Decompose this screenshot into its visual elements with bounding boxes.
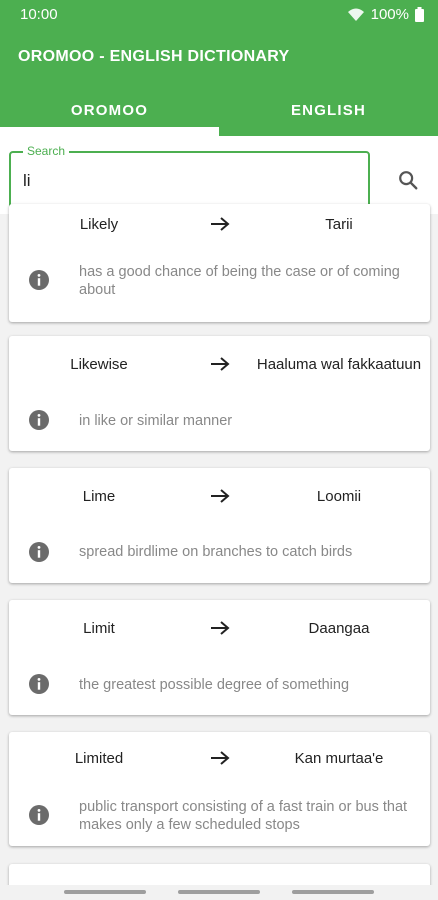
info-icon[interactable]: [28, 541, 50, 563]
entry-translation: Kan murtaa'e: [294, 750, 384, 767]
entry-translation: Haaluma wal fakkaatuun: [256, 356, 422, 373]
battery-level: 100%: [370, 6, 409, 23]
system-nav-bar: [0, 885, 438, 900]
arrow-right-icon: [211, 217, 230, 231]
search-row: Search: [0, 136, 438, 214]
entry-word: Limit: [83, 620, 115, 637]
app-bar: OROMOO - ENGLISH DICTIONARY: [0, 32, 438, 84]
nav-recents-handle[interactable]: [292, 890, 374, 894]
search-icon: [399, 171, 418, 190]
list-item[interactable]: Lime Loomii spread birdlime on branches …: [9, 468, 430, 583]
tab-oromoo[interactable]: OROMOO: [0, 84, 219, 136]
status-time: 10:00: [20, 6, 58, 23]
arrow-right-icon: [211, 489, 230, 503]
battery-icon: [415, 7, 424, 22]
entry-word: Likely: [79, 216, 119, 233]
entry-definition: in like or similar manner: [79, 413, 233, 429]
search-button[interactable]: [392, 164, 424, 196]
status-indicators: 100%: [347, 6, 424, 23]
arrow-right-icon: [211, 751, 230, 765]
entry-word: Likewise: [70, 356, 128, 373]
nav-back-handle[interactable]: [64, 890, 146, 894]
search-input[interactable]: [23, 171, 353, 191]
entry-definition: the greatest possible degree of somethin…: [79, 677, 350, 693]
search-field[interactable]: Search: [9, 144, 370, 211]
info-icon[interactable]: [28, 804, 50, 826]
list-item[interactable]: Limited Kan murtaa'e public transport co…: [9, 732, 430, 846]
info-icon[interactable]: [28, 673, 50, 695]
entry-translation: Tarii: [325, 216, 353, 233]
status-bar: 10:00 100%: [0, 0, 438, 32]
app-title: OROMOO - ENGLISH DICTIONARY: [18, 48, 290, 65]
search-label: Search: [23, 144, 70, 158]
entry-word: Limited: [74, 750, 124, 767]
nav-home-handle[interactable]: [178, 890, 260, 894]
info-icon[interactable]: [28, 409, 50, 431]
arrow-right-icon: [211, 357, 230, 371]
list-item[interactable]: Likewise Haaluma wal fakkaatuun in like …: [9, 336, 430, 451]
info-icon[interactable]: [28, 269, 50, 291]
entry-definition: has a good chance of being the case or o…: [79, 264, 400, 298]
arrow-right-icon: [211, 621, 230, 635]
tab-bar: OROMOO ENGLISH: [0, 84, 438, 136]
list-item[interactable]: Likely Tarii has a good chance of being …: [9, 204, 430, 322]
entry-word: Lime: [82, 488, 116, 505]
entry-definition: public transport consisting of a fast tr…: [79, 799, 408, 833]
entry-translation: Loomii: [316, 488, 362, 505]
tab-english[interactable]: ENGLISH: [219, 84, 438, 136]
entry-translation: Daangaa: [308, 620, 370, 637]
entry-definition: spread birdlime on branches to catch bir…: [79, 544, 353, 560]
wifi-icon: [347, 8, 365, 22]
list-item[interactable]: Limit Daangaa the greatest possible degr…: [9, 600, 430, 715]
